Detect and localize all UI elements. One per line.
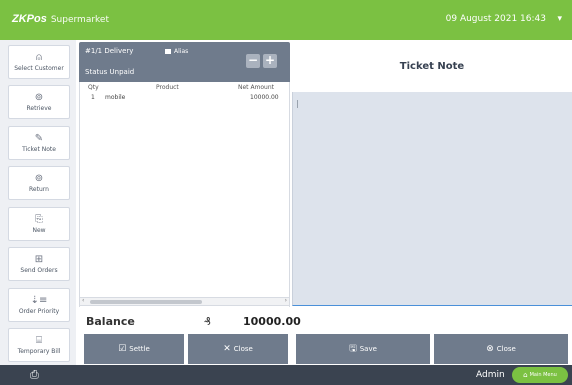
sidebar-item-label: Retrieve xyxy=(26,105,52,112)
alias-label: Alias xyxy=(174,48,189,55)
new-document-icon: ⎘ xyxy=(35,214,43,225)
row-net-amount: 10000.00 xyxy=(250,94,279,101)
horizontal-scrollbar[interactable]: ‹ › xyxy=(79,297,290,306)
priority-icon: ⇣≡ xyxy=(30,295,48,306)
sidebar-item-retrieve[interactable]: ⊚ Retrieve xyxy=(8,85,70,119)
bottom-bar: ⎙ Admin ⌂ Main Menu xyxy=(0,365,572,385)
scrollbar-thumb[interactable] xyxy=(90,300,202,304)
sidebar-item-label: Return xyxy=(29,186,49,193)
sidebar: ⍝ Select Customer ⊚ Retrieve ✎ Ticket No… xyxy=(0,40,76,365)
sidebar-item-label: Send Orders xyxy=(20,267,58,274)
checkbox-icon xyxy=(165,49,171,54)
sidebar-item-label: Ticket Note xyxy=(22,146,56,153)
sidebar-item-label: Temporary Bill xyxy=(17,348,61,355)
text-cursor xyxy=(297,100,298,108)
sidebar-item-select-customer[interactable]: ⍝ Select Customer xyxy=(8,45,70,79)
home-icon: ⌂ xyxy=(523,371,528,379)
person-icon: ⍝ xyxy=(36,52,42,63)
chevron-down-icon[interactable]: ▾ xyxy=(557,14,562,24)
current-user: Admin xyxy=(476,370,505,380)
pencil-icon: ✎ xyxy=(34,133,44,144)
sidebar-item-label: Order Priority xyxy=(18,308,60,315)
sidebar-item-order-priority[interactable]: ⇣≡ Order Priority xyxy=(8,288,70,322)
close-order-button[interactable]: ✕ Close xyxy=(188,334,288,364)
sidebar-item-return[interactable]: ⊚ Return xyxy=(8,166,70,200)
column-header-qty: Qty xyxy=(88,84,99,91)
save-icon: 🖫 xyxy=(349,344,357,354)
order-header: #1/1 Delivery Alias Status Unpaid − + xyxy=(79,42,290,82)
top-bar: ZKPos Supermarket 09 August 2021 16:43 ▾ xyxy=(0,0,572,40)
brand-logo: ZKPos xyxy=(12,13,47,25)
close-icon: ✕ xyxy=(223,344,231,354)
ticket-note-header: Ticket Note xyxy=(292,42,572,92)
order-status: Status Unpaid xyxy=(85,68,134,76)
close-note-button[interactable]: ⊗ Close xyxy=(434,334,568,364)
sidebar-item-label: New xyxy=(32,227,46,234)
column-header-net-amount: Net Amount xyxy=(238,84,275,91)
currency-icon: ₰ xyxy=(204,315,211,328)
decrease-quantity-button[interactable]: − xyxy=(246,54,260,68)
save-button[interactable]: 🖫 Save xyxy=(296,334,430,364)
sidebar-item-ticket-note[interactable]: ✎ Ticket Note xyxy=(8,126,70,160)
settle-button[interactable]: ☑ Settle xyxy=(84,334,184,364)
balance-label: Balance xyxy=(86,315,135,328)
page-title: Ticket Note xyxy=(399,61,465,72)
row-product: mobile xyxy=(105,94,126,101)
close-order-label: Close xyxy=(233,345,253,353)
settle-label: Settle xyxy=(129,345,150,353)
column-header-product: Product xyxy=(156,84,179,91)
scroll-left-icon[interactable]: ‹ xyxy=(82,297,84,304)
balance-value: 10000.00 xyxy=(243,315,301,328)
brand: ZKPos Supermarket xyxy=(12,13,109,25)
scroll-right-icon[interactable]: › xyxy=(285,297,287,304)
sidebar-item-label: Select Customer xyxy=(14,65,64,72)
order-title: #1/1 Delivery xyxy=(85,47,134,55)
bill-icon: ⌸ xyxy=(36,335,42,346)
checkbox-icon: ☑ xyxy=(118,344,127,354)
datetime: 09 August 2021 16:43 xyxy=(445,14,546,24)
printer-icon[interactable]: ⎙ xyxy=(30,368,39,382)
increase-quantity-button[interactable]: + xyxy=(263,54,277,68)
store-name: Supermarket xyxy=(50,15,109,25)
send-icon: ⊞ xyxy=(34,254,44,265)
sidebar-item-new[interactable]: ⎘ New xyxy=(8,207,70,241)
status-label: Status xyxy=(85,68,108,76)
close-circle-icon: ⊗ xyxy=(486,344,494,354)
main-menu-label: Main Menu xyxy=(529,372,557,378)
save-label: Save xyxy=(359,345,377,353)
close-note-label: Close xyxy=(496,345,516,353)
main-menu-button[interactable]: ⌂ Main Menu xyxy=(512,367,568,383)
alias-checkbox[interactable]: Alias xyxy=(165,48,188,55)
sidebar-item-temporary-bill[interactable]: ⌸ Temporary Bill xyxy=(8,328,70,362)
row-qty: 1 xyxy=(91,94,95,101)
sidebar-item-send-orders[interactable]: ⊞ Send Orders xyxy=(8,247,70,281)
retrieve-icon: ⊚ xyxy=(34,92,44,103)
ticket-note-textarea[interactable] xyxy=(292,92,572,306)
status-value: Unpaid xyxy=(109,68,135,76)
return-icon: ⊚ xyxy=(34,173,44,184)
order-list: Qty Product Net Amount 1 mobile 10000.00 xyxy=(79,82,290,307)
